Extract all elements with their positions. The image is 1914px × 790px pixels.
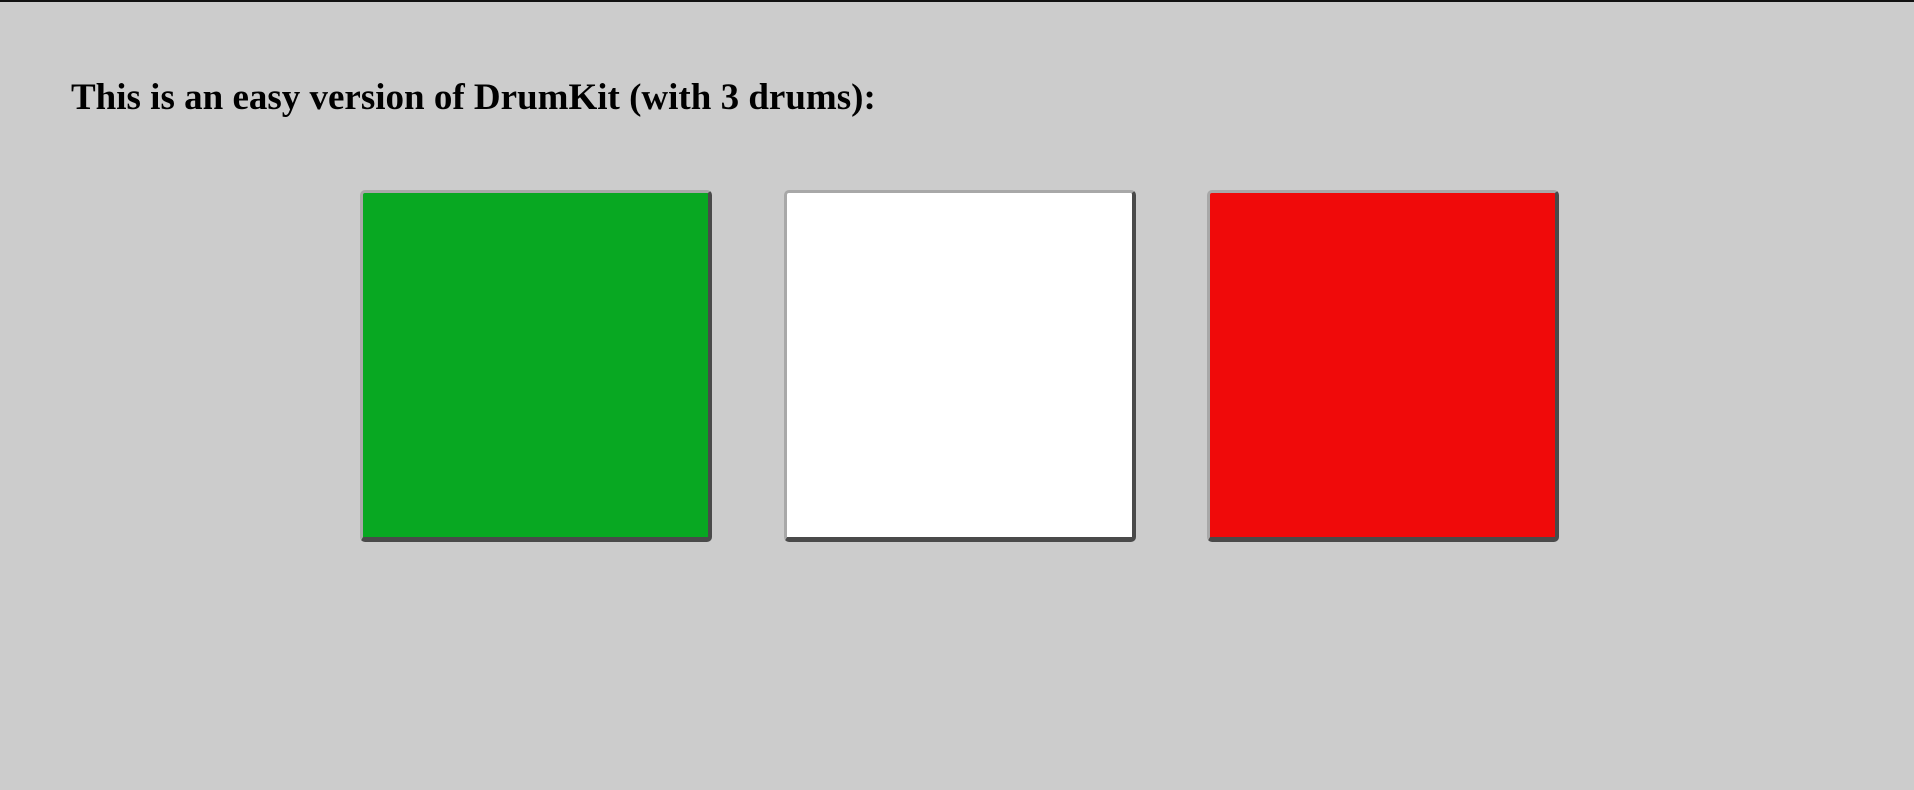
drum-white-button[interactable] — [784, 190, 1136, 542]
page-heading: This is an easy version of DrumKit (with… — [71, 77, 876, 118]
drum-green-button[interactable] — [360, 190, 712, 542]
drum-red-button[interactable] — [1207, 190, 1559, 542]
